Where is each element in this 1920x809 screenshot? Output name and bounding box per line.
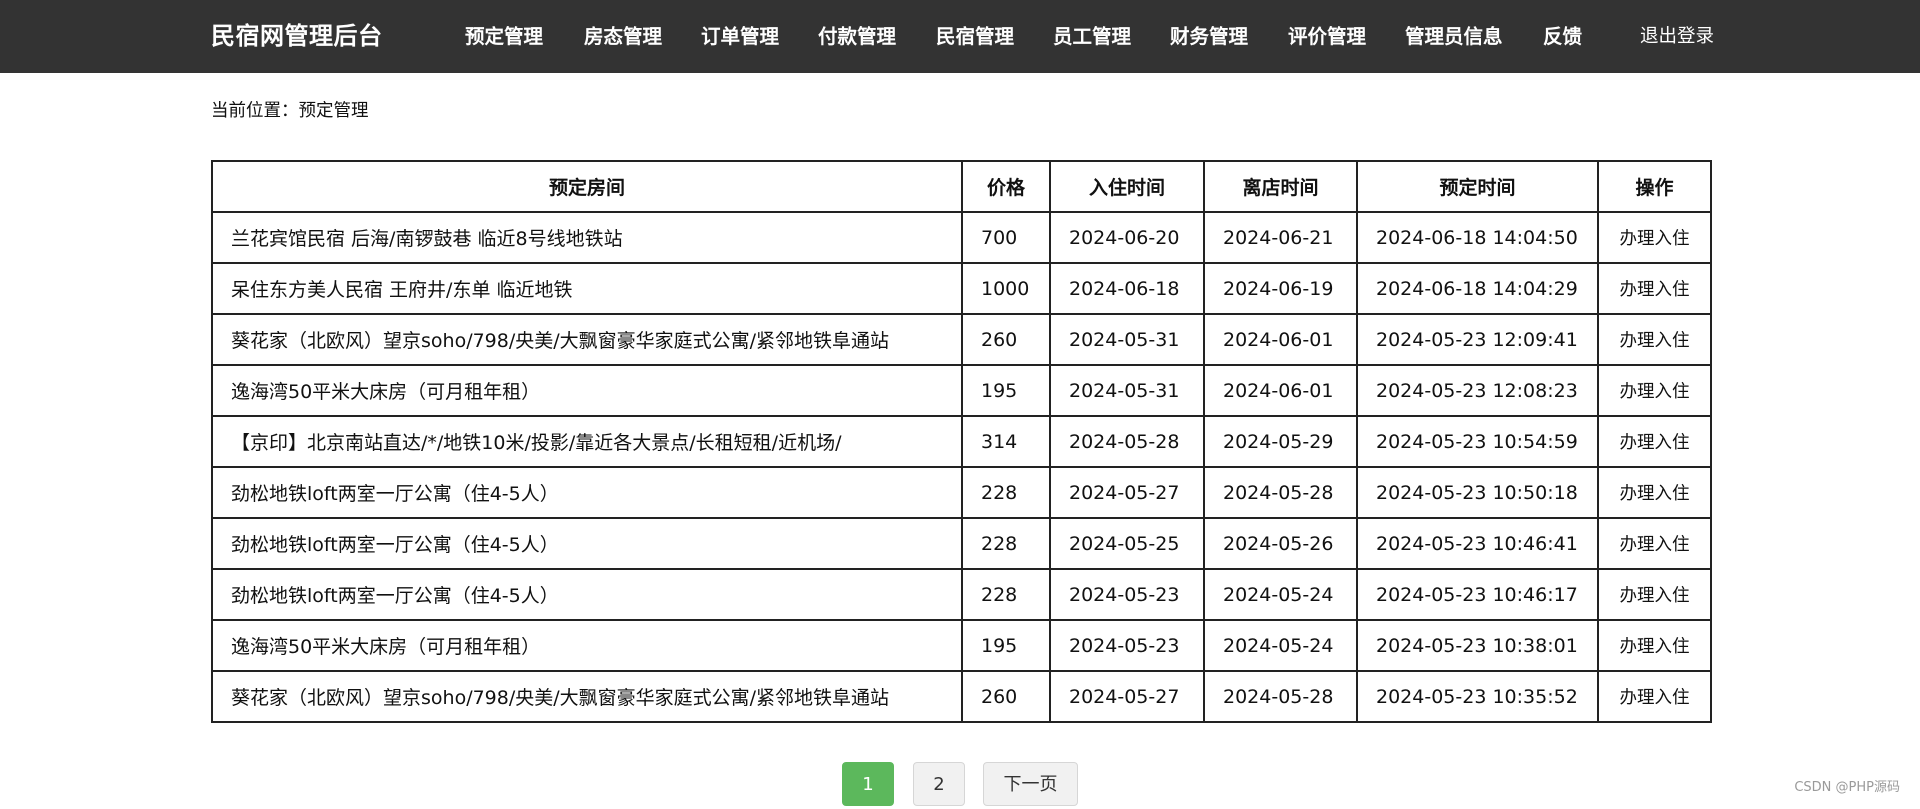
cell-checkin: 2024-05-23 [1049,568,1205,621]
cell-room: 劲松地铁loft两室一厅公寓（住4-5人） [211,568,963,621]
cell-price: 195 [961,619,1051,672]
checkin-action-link[interactable]: 办理入住 [1597,670,1712,723]
table-row: 劲松地铁loft两室一厅公寓（住4-5人） 228 2024-05-23 202… [211,568,1712,621]
cell-checkin: 2024-05-27 [1049,466,1205,519]
cell-price: 228 [961,466,1051,519]
cell-booked-at: 2024-06-18 14:04:29 [1356,262,1599,315]
table-row: 劲松地铁loft两室一厅公寓（住4-5人） 228 2024-05-25 202… [211,517,1712,570]
nav-room-status-management[interactable]: 房态管理 [584,0,662,73]
cell-checkout: 2024-05-26 [1203,517,1358,570]
nav-reservation-management[interactable]: 预定管理 [465,0,543,73]
cell-room: 葵花家（北欧风）望京soho/798/央美/大飘窗豪华家庭式公寓/紧邻地铁阜通站 [211,670,963,723]
breadcrumb: 当前位置：预定管理 [211,101,369,121]
nav-staff-management[interactable]: 员工管理 [1053,0,1131,73]
watermark-text: CSDN @PHP源码 [1794,780,1900,795]
cell-room: 葵花家（北欧风）望京soho/798/央美/大飘窗豪华家庭式公寓/紧邻地铁阜通站 [211,313,963,366]
table-row: 劲松地铁loft两室一厅公寓（住4-5人） 228 2024-05-27 202… [211,466,1712,519]
cell-room: 劲松地铁loft两室一厅公寓（住4-5人） [211,517,963,570]
nav-feedback[interactable]: 反馈 [1543,0,1582,73]
column-header-room: 预定房间 [211,160,963,213]
column-header-price: 价格 [961,160,1051,213]
table-row: 呆住东方美人民宿 王府井/东单 临近地铁 1000 2024-06-18 202… [211,262,1712,315]
checkin-action-link[interactable]: 办理入住 [1597,568,1712,621]
column-header-action: 操作 [1597,160,1712,213]
cell-price: 228 [961,568,1051,621]
table-row: 【京印】北京南站直达/*/地铁10米/投影/靠近各大景点/长租短租/近机场/ 3… [211,415,1712,468]
checkin-action-link[interactable]: 办理入住 [1597,466,1712,519]
cell-room: 逸海湾50平米大床房（可月租年租） [211,619,963,672]
cell-checkin: 2024-06-18 [1049,262,1205,315]
pagination-page-1[interactable]: 1 [842,762,894,806]
column-header-checkout: 离店时间 [1203,160,1358,213]
cell-price: 228 [961,517,1051,570]
column-header-checkin: 入住时间 [1049,160,1205,213]
table-row: 逸海湾50平米大床房（可月租年租） 195 2024-05-23 2024-05… [211,619,1712,672]
cell-checkin: 2024-05-25 [1049,517,1205,570]
table-row: 葵花家（北欧风）望京soho/798/央美/大飘窗豪华家庭式公寓/紧邻地铁阜通站… [211,670,1712,723]
cell-checkout: 2024-05-29 [1203,415,1358,468]
top-navbar: 民宿网管理后台 预定管理 房态管理 订单管理 付款管理 民宿管理 员工管理 财务… [0,0,1920,73]
cell-price: 314 [961,415,1051,468]
cell-booked-at: 2024-06-18 14:04:50 [1356,211,1599,264]
cell-price: 195 [961,364,1051,417]
cell-room: 逸海湾50平米大床房（可月租年租） [211,364,963,417]
cell-booked-at: 2024-05-23 10:50:18 [1356,466,1599,519]
cell-booked-at: 2024-05-23 12:08:23 [1356,364,1599,417]
cell-booked-at: 2024-05-23 10:35:52 [1356,670,1599,723]
checkin-action-link[interactable]: 办理入住 [1597,211,1712,264]
checkin-action-link[interactable]: 办理入住 [1597,364,1712,417]
nav-admin-info[interactable]: 管理员信息 [1405,0,1503,73]
cell-checkin: 2024-05-27 [1049,670,1205,723]
cell-booked-at: 2024-05-23 10:38:01 [1356,619,1599,672]
booking-table: 预定房间 价格 入住时间 离店时间 预定时间 操作 兰花宾馆民宿 后海/南锣鼓巷… [211,160,1712,723]
cell-room: 兰花宾馆民宿 后海/南锣鼓巷 临近8号线地铁站 [211,211,963,264]
table-row: 兰花宾馆民宿 后海/南锣鼓巷 临近8号线地铁站 700 2024-06-20 2… [211,211,1712,264]
cell-checkin: 2024-05-31 [1049,364,1205,417]
nav-homestay-management[interactable]: 民宿管理 [936,0,1014,73]
cell-checkout: 2024-06-21 [1203,211,1358,264]
cell-checkout: 2024-05-24 [1203,568,1358,621]
cell-checkout: 2024-05-28 [1203,670,1358,723]
table-row: 逸海湾50平米大床房（可月租年租） 195 2024-05-31 2024-06… [211,364,1712,417]
cell-checkin: 2024-06-20 [1049,211,1205,264]
cell-booked-at: 2024-05-23 10:46:17 [1356,568,1599,621]
column-header-booked-at: 预定时间 [1356,160,1599,213]
cell-price: 700 [961,211,1051,264]
nav-review-management[interactable]: 评价管理 [1288,0,1366,73]
cell-checkout: 2024-05-24 [1203,619,1358,672]
checkin-action-link[interactable]: 办理入住 [1597,415,1712,468]
cell-room: 劲松地铁loft两室一厅公寓（住4-5人） [211,466,963,519]
brand-title: 民宿网管理后台 [211,22,383,50]
cell-price: 260 [961,313,1051,366]
cell-checkout: 2024-06-01 [1203,364,1358,417]
cell-room: 【京印】北京南站直达/*/地铁10米/投影/靠近各大景点/长租短租/近机场/ [211,415,963,468]
cell-price: 260 [961,670,1051,723]
cell-checkout: 2024-06-19 [1203,262,1358,315]
cell-checkout: 2024-05-28 [1203,466,1358,519]
cell-booked-at: 2024-05-23 12:09:41 [1356,313,1599,366]
pagination-next-button[interactable]: 下一页 [983,762,1078,806]
checkin-action-link[interactable]: 办理入住 [1597,517,1712,570]
cell-checkout: 2024-06-01 [1203,313,1358,366]
table-header-row: 预定房间 价格 入住时间 离店时间 预定时间 操作 [211,160,1712,213]
cell-checkin: 2024-05-23 [1049,619,1205,672]
nav-finance-management[interactable]: 财务管理 [1170,0,1248,73]
logout-link[interactable]: 退出登录 [1640,0,1714,73]
cell-booked-at: 2024-05-23 10:54:59 [1356,415,1599,468]
pagination-page-2[interactable]: 2 [913,762,965,806]
cell-checkin: 2024-05-31 [1049,313,1205,366]
nav-payment-management[interactable]: 付款管理 [818,0,896,73]
checkin-action-link[interactable]: 办理入住 [1597,313,1712,366]
checkin-action-link[interactable]: 办理入住 [1597,619,1712,672]
cell-booked-at: 2024-05-23 10:46:41 [1356,517,1599,570]
cell-price: 1000 [961,262,1051,315]
cell-room: 呆住东方美人民宿 王府井/东单 临近地铁 [211,262,963,315]
checkin-action-link[interactable]: 办理入住 [1597,262,1712,315]
cell-checkin: 2024-05-28 [1049,415,1205,468]
nav-order-management[interactable]: 订单管理 [701,0,779,73]
table-row: 葵花家（北欧风）望京soho/798/央美/大飘窗豪华家庭式公寓/紧邻地铁阜通站… [211,313,1712,366]
